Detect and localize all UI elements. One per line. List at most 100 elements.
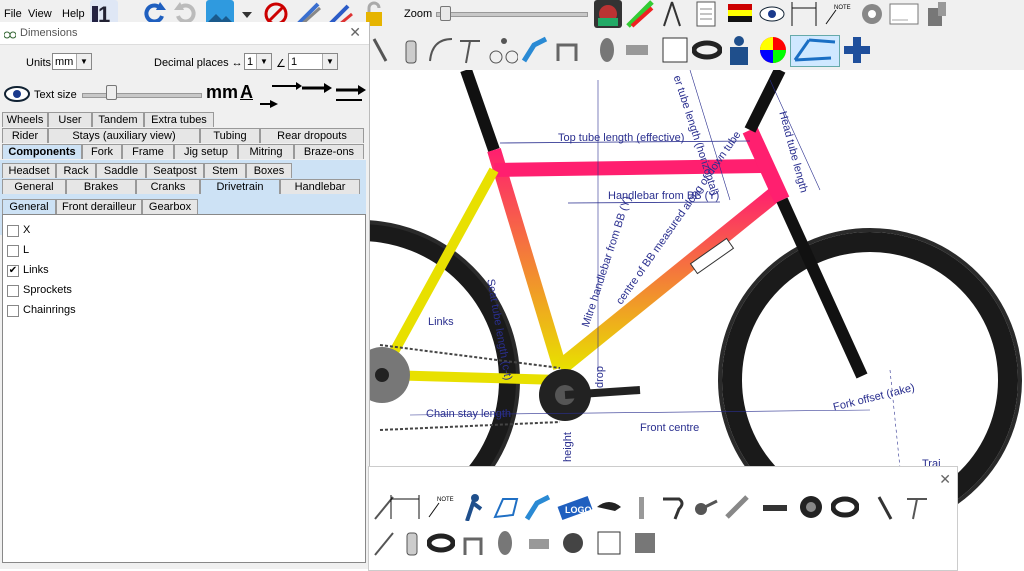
derailleur-icon[interactable] <box>691 493 719 521</box>
tab-wheels[interactable]: Wheels <box>2 112 48 127</box>
stem-icon[interactable] <box>523 493 551 521</box>
dimension-icon[interactable] <box>790 0 818 28</box>
tab-braze-ons[interactable]: Braze-ons <box>294 144 364 159</box>
subtab-general[interactable]: General <box>2 199 56 214</box>
tab-fork[interactable]: Fork <box>82 144 122 159</box>
water-bottle-icon[interactable] <box>396 35 426 65</box>
spacer-icon[interactable] <box>831 493 859 521</box>
tab-jig-setup[interactable]: Jig setup <box>174 144 238 159</box>
tab-saddle[interactable]: Saddle <box>96 163 146 178</box>
zoom-slider-thumb[interactable] <box>440 6 451 21</box>
text-size-slider[interactable] <box>82 93 202 98</box>
hub-icon[interactable] <box>622 35 652 65</box>
tab-extra-tubes[interactable]: Extra tubes <box>144 112 214 127</box>
text-size-slider-thumb[interactable] <box>106 85 117 100</box>
zoom-slider[interactable] <box>436 12 588 17</box>
close-icon[interactable]: ✕ <box>939 471 951 488</box>
crank-icon[interactable] <box>723 493 751 521</box>
checkbox-sprockets[interactable] <box>7 285 19 297</box>
checkbox-x[interactable] <box>7 225 19 237</box>
frame-dimensions-icon[interactable] <box>790 35 840 67</box>
saddle-grey-icon[interactable] <box>491 529 519 557</box>
note-icon[interactable]: NOTE <box>822 0 856 28</box>
tab-stays[interactable]: Stays (auxiliary view) <box>48 128 200 143</box>
window-icon[interactable] <box>888 0 920 28</box>
tab-components[interactable]: Components <box>2 144 82 159</box>
notepad-icon[interactable] <box>692 0 720 28</box>
checkbox-x-label: X <box>23 224 31 236</box>
rider-bike-icon[interactable] <box>488 35 518 65</box>
water-bottle-icon[interactable] <box>397 529 425 557</box>
tab-tandem[interactable]: Tandem <box>92 112 144 127</box>
lug2-icon[interactable] <box>371 529 399 557</box>
pedal-icon[interactable] <box>761 493 789 521</box>
eye-icon[interactable] <box>4 84 30 107</box>
tyre-icon[interactable] <box>692 35 722 65</box>
flag-icon[interactable] <box>726 0 754 28</box>
bucket-icon[interactable] <box>922 0 950 28</box>
rider-icon[interactable] <box>724 35 754 65</box>
headset-icon[interactable] <box>797 493 825 521</box>
decimal-angle-select[interactable]: 1 ▼ <box>288 53 338 70</box>
blue-stem-icon[interactable] <box>520 35 550 65</box>
dimension-icon[interactable] <box>389 493 423 521</box>
subtab-front-derailleur[interactable]: Front derailleur <box>56 199 142 214</box>
blank-box-icon[interactable] <box>660 35 690 65</box>
fork-icon[interactable] <box>871 493 899 521</box>
tab-boxes[interactable]: Boxes <box>246 163 292 178</box>
eye-icon[interactable] <box>758 0 786 28</box>
photo-icon[interactable] <box>594 0 622 28</box>
tab-mitring[interactable]: Mitring <box>238 144 294 159</box>
close-icon[interactable]: ✕ <box>349 24 361 41</box>
checkbox-chainrings[interactable] <box>7 305 19 317</box>
seatpost-clamp-icon[interactable] <box>903 493 931 521</box>
tab-user[interactable]: User <box>48 112 92 127</box>
brake-icon[interactable] <box>552 35 582 65</box>
tab-seatpost[interactable]: Seatpost <box>146 163 204 178</box>
compass-icon[interactable] <box>658 0 686 28</box>
blank-box-icon[interactable] <box>595 529 623 557</box>
tab-rack[interactable]: Rack <box>56 163 96 178</box>
tab-handlebar[interactable]: Handlebar <box>280 179 360 194</box>
checkbox-links[interactable]: ✔ <box>7 265 19 277</box>
frame-icon[interactable] <box>491 493 519 521</box>
menu-view[interactable]: View <box>28 8 52 20</box>
bottom-bracket-icon[interactable] <box>559 529 587 557</box>
dimensions-titlebar[interactable]: Dimensions ✕ <box>0 22 369 45</box>
tab-tubing[interactable]: Tubing <box>200 128 260 143</box>
saddle-icon[interactable] <box>595 493 623 521</box>
gear-icon[interactable] <box>858 0 886 28</box>
tab-cranks[interactable]: Cranks <box>136 179 200 194</box>
tab-headset[interactable]: Headset <box>2 163 56 178</box>
decimal-linear-select[interactable]: 1 ▼ <box>244 53 272 70</box>
tab-stem[interactable]: Stem <box>204 163 246 178</box>
checkbox-l[interactable] <box>7 245 19 257</box>
arc-icon[interactable] <box>426 35 456 65</box>
seatpost-icon[interactable] <box>456 35 486 65</box>
rider-icon[interactable] <box>459 493 487 521</box>
tab-general[interactable]: General <box>2 179 66 194</box>
box-icon[interactable] <box>631 529 659 557</box>
chevron-down-icon: ▼ <box>322 54 337 69</box>
handlebar-icon[interactable] <box>659 493 687 521</box>
saddle-icon[interactable] <box>592 35 622 65</box>
tab-rider[interactable]: Rider <box>2 128 48 143</box>
menu-file[interactable]: File <box>4 8 22 20</box>
tab-frame[interactable]: Frame <box>122 144 174 159</box>
hub-icon[interactable] <box>525 529 553 557</box>
brake-caliper-icon[interactable] <box>459 529 487 557</box>
color-wheel-icon[interactable] <box>758 35 788 65</box>
subtab-gearbox[interactable]: Gearbox <box>142 199 198 214</box>
seatpost-icon[interactable] <box>627 493 655 521</box>
note-icon[interactable]: NOTE <box>425 493 459 521</box>
add-icon[interactable] <box>842 35 872 65</box>
units-select[interactable]: mm ▼ <box>52 53 92 70</box>
color-stripes-icon[interactable] <box>626 0 654 28</box>
tab-rear-dropouts[interactable]: Rear dropouts <box>260 128 364 143</box>
tyre-icon[interactable] <box>427 529 455 557</box>
menu-help[interactable]: Help <box>62 8 85 20</box>
logo-icon[interactable]: LOGO <box>557 493 593 521</box>
tab-brakes[interactable]: Brakes <box>66 179 136 194</box>
tab-drivetrain[interactable]: Drivetrain <box>200 179 280 194</box>
arrow-style-icon[interactable] <box>258 80 368 113</box>
